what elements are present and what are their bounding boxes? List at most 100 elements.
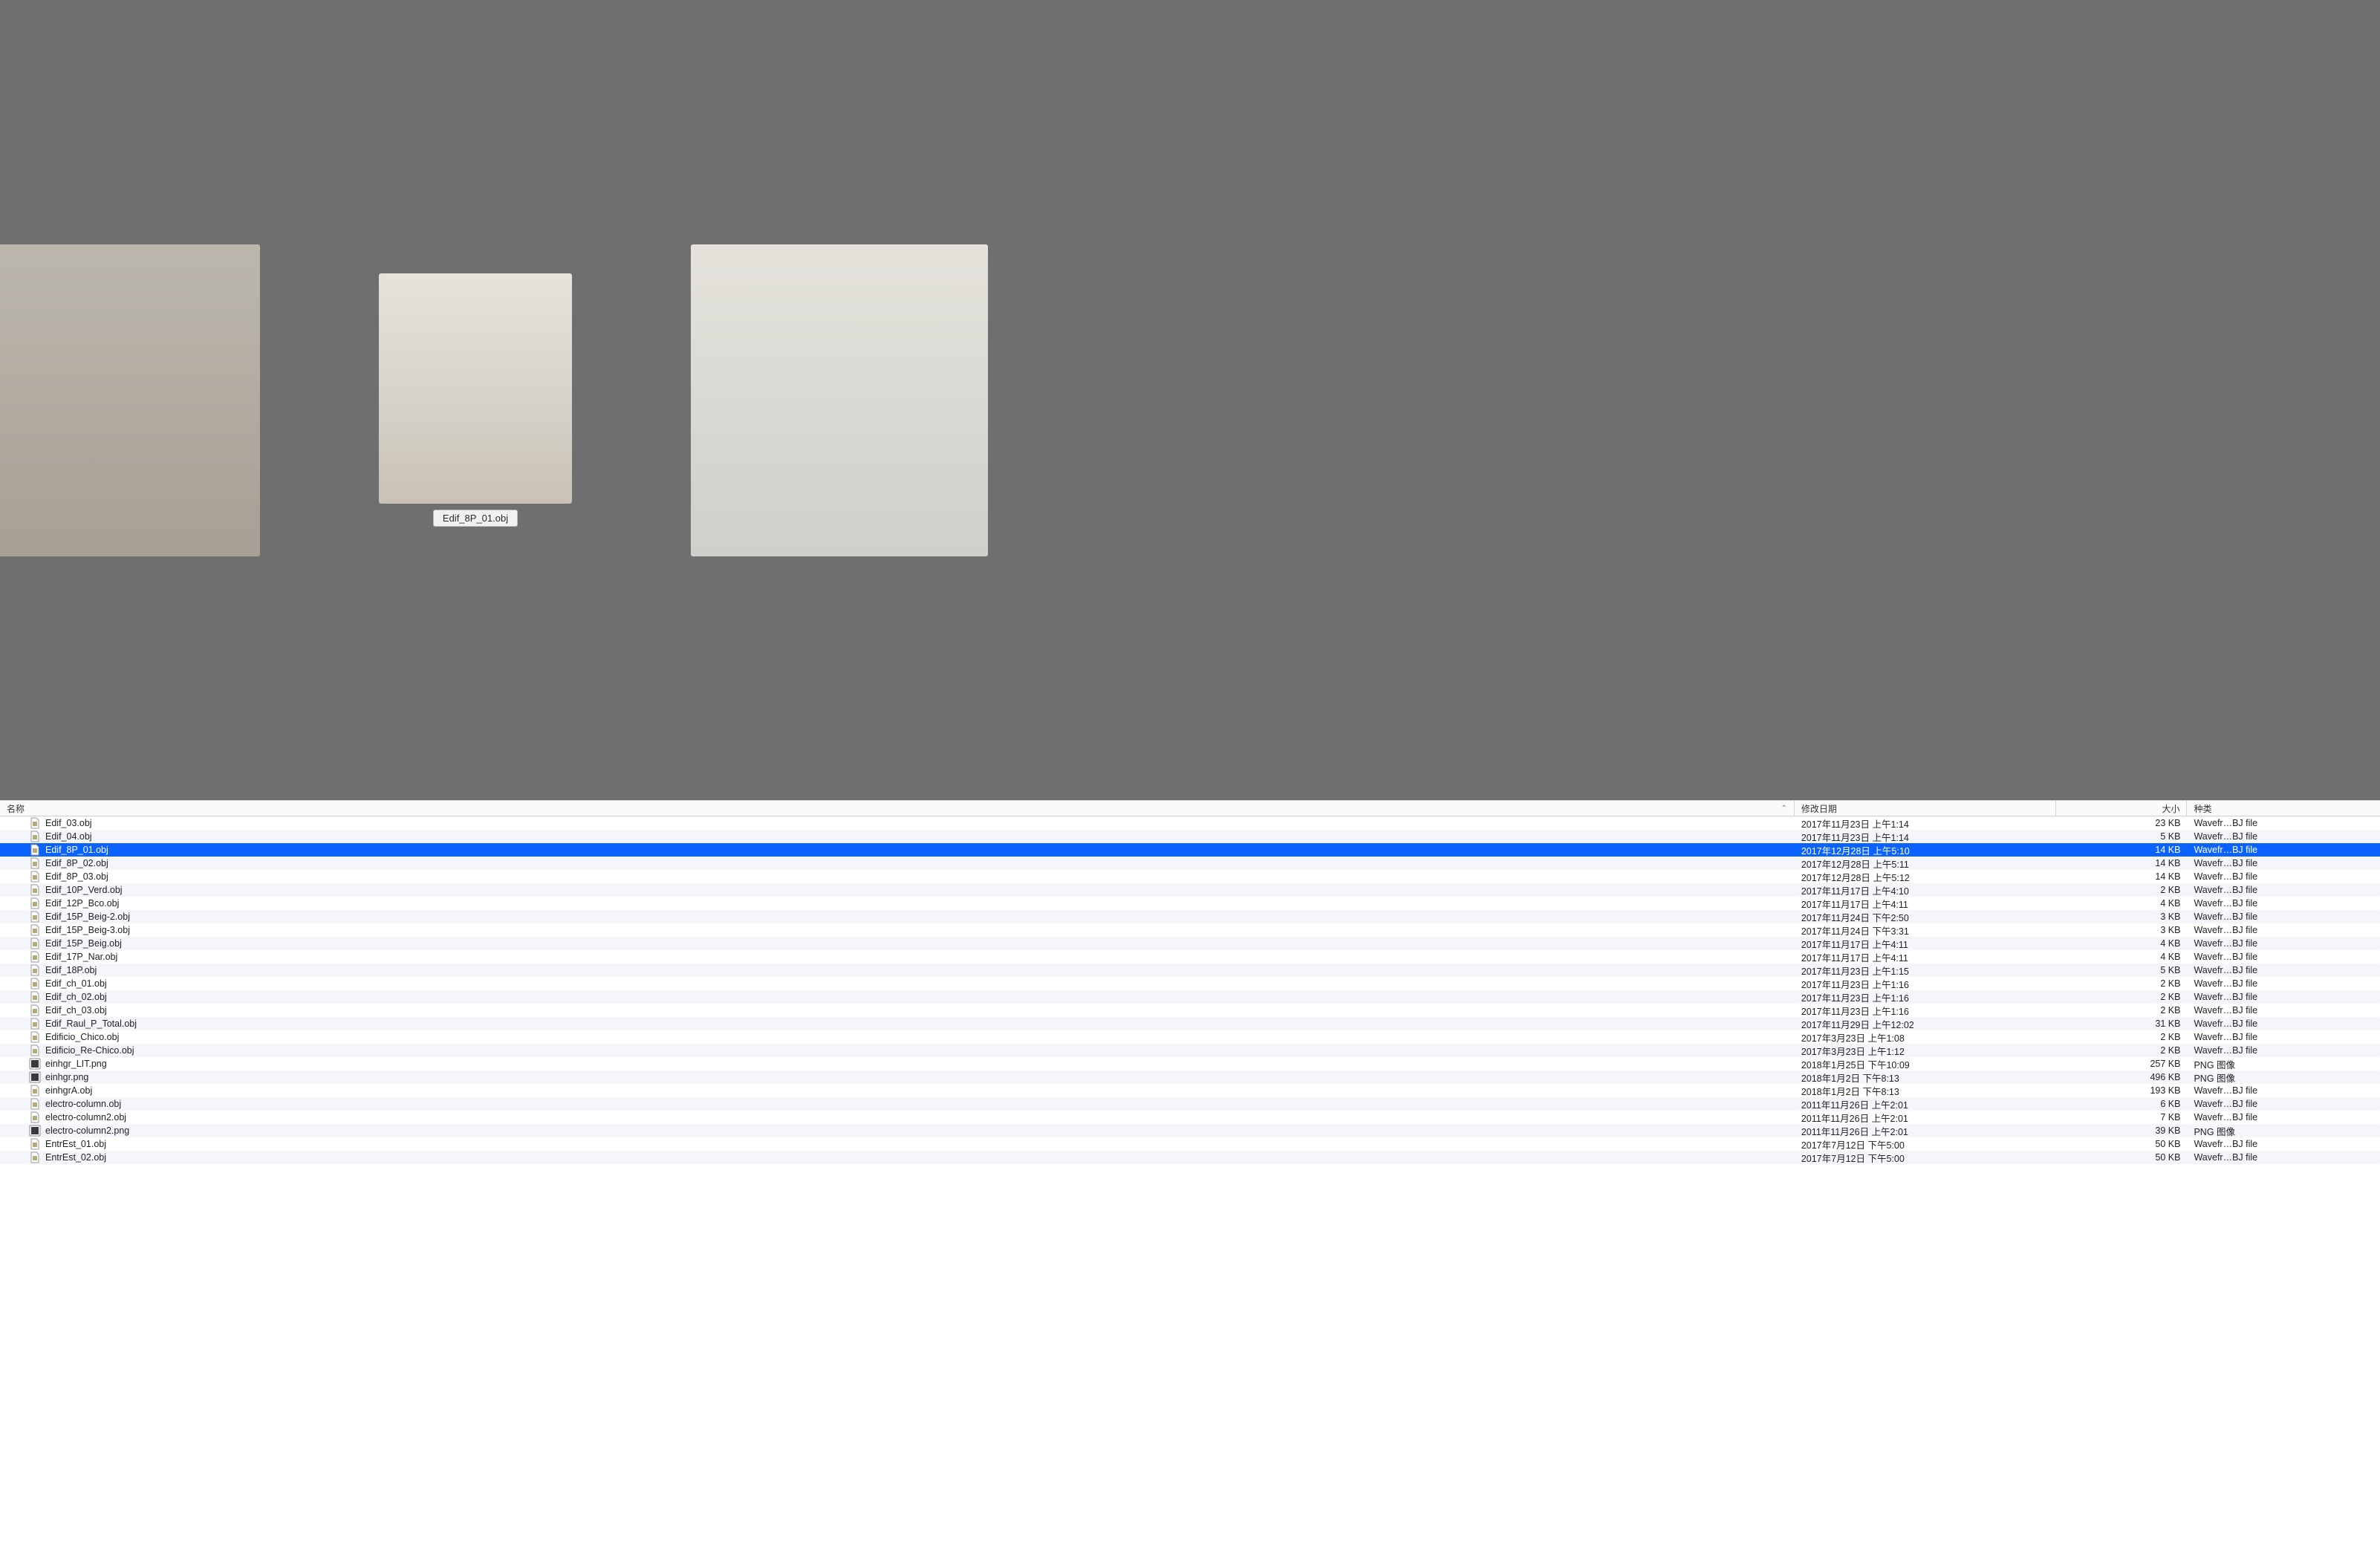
file-size-cell: 2 KB [2056, 978, 2187, 989]
file-name-cell: EntrEst_02.obj [0, 1151, 1795, 1163]
table-row[interactable]: Edif_15P_Beig-3.obj2017年11月24日 下午3:313 K… [0, 923, 2380, 937]
file-size-cell: 2 KB [2056, 885, 2187, 895]
png-file-icon [29, 1125, 41, 1137]
file-name-cell: Edif_8P_02.obj [0, 857, 1795, 869]
coverflow-next-item[interactable] [691, 244, 988, 556]
column-header-size[interactable]: 大小 [2056, 801, 2187, 816]
table-row[interactable]: Edif_ch_02.obj2017年11月23日 上午1:162 KBWave… [0, 990, 2380, 1004]
obj-file-icon [29, 897, 41, 909]
file-size-cell: 2 KB [2056, 1045, 2187, 1056]
obj-file-icon [29, 964, 41, 976]
table-row[interactable]: einhgr.png2018年1月2日 下午8:13496 KBPNG 图像 [0, 1070, 2380, 1084]
table-row[interactable]: einhgrA.obj2018年1月2日 下午8:13193 KBWavefr…… [0, 1084, 2380, 1097]
table-row[interactable]: Edif_04.obj2017年11月23日 上午1:145 KBWavefr…… [0, 830, 2380, 843]
file-name-label: Edif_10P_Verd.obj [45, 885, 123, 895]
file-name-label: Edif_ch_01.obj [45, 978, 107, 989]
table-row[interactable]: EntrEst_01.obj2017年7月12日 下午5:0050 KBWave… [0, 1137, 2380, 1151]
file-kind-cell: Wavefr…BJ file [2187, 1099, 2380, 1109]
coverflow-prev-item[interactable] [0, 244, 260, 556]
file-rows-container[interactable]: Edif_03.obj2017年11月23日 上午1:1423 KBWavefr… [0, 816, 2380, 1566]
file-size-cell: 50 KB [2056, 1139, 2187, 1149]
obj-file-icon [29, 938, 41, 949]
file-size-cell: 3 KB [2056, 912, 2187, 922]
file-size-cell: 23 KB [2056, 818, 2187, 828]
column-header-kind[interactable]: 种类 [2187, 801, 2380, 816]
file-kind-cell: Wavefr…BJ file [2187, 1085, 2380, 1096]
file-kind-cell: Wavefr…BJ file [2187, 1032, 2380, 1042]
file-date-cell: 2018年1月25日 下午10:09 [1795, 1057, 2056, 1071]
table-row[interactable]: Edificio_Re-Chico.obj2017年3月23日 上午1:122 … [0, 1044, 2380, 1057]
file-name-label: electro-column.obj [45, 1099, 121, 1109]
table-row[interactable]: Edif_Raul_P_Total.obj2017年11月29日 上午12:02… [0, 1017, 2380, 1030]
table-row[interactable]: Edificio_Chico.obj2017年3月23日 上午1:082 KBW… [0, 1030, 2380, 1044]
table-row[interactable]: Edif_8P_02.obj2017年12月28日 上午5:1114 KBWav… [0, 857, 2380, 870]
file-name-label: electro-column2.obj [45, 1112, 126, 1122]
file-name-cell: Edif_Raul_P_Total.obj [0, 1018, 1795, 1030]
file-name-label: einhgr.png [45, 1072, 88, 1082]
table-row[interactable]: Edif_ch_03.obj2017年11月23日 上午1:162 KBWave… [0, 1004, 2380, 1017]
file-date-cell: 2017年3月23日 上午1:08 [1795, 1030, 2056, 1044]
table-row[interactable]: Edif_8P_01.obj2017年12月28日 上午5:1014 KBWav… [0, 843, 2380, 857]
file-name-label: Edif_8P_03.obj [45, 871, 108, 882]
obj-file-icon [29, 1098, 41, 1110]
file-name-cell: electro-column2.obj [0, 1111, 1795, 1123]
table-row[interactable]: Edif_12P_Bco.obj2017年11月17日 上午4:114 KBWa… [0, 897, 2380, 910]
file-kind-cell: PNG 图像 [2187, 1124, 2380, 1138]
obj-file-icon [29, 924, 41, 936]
file-size-cell: 5 KB [2056, 965, 2187, 975]
obj-file-icon [29, 1018, 41, 1030]
file-name-label: Edif_18P.obj [45, 965, 97, 975]
file-date-cell: 2017年12月28日 上午5:10 [1795, 843, 2056, 857]
file-date-cell: 2017年11月23日 上午1:16 [1795, 990, 2056, 1004]
table-row[interactable]: electro-column2.png2011年11月26日 上午2:0139 … [0, 1124, 2380, 1137]
file-date-cell: 2017年11月17日 上午4:10 [1795, 883, 2056, 897]
obj-file-icon [29, 951, 41, 963]
table-row[interactable]: einhgr_LIT.png2018年1月25日 下午10:09257 KBPN… [0, 1057, 2380, 1070]
file-size-cell: 2 KB [2056, 992, 2187, 1002]
file-kind-cell: PNG 图像 [2187, 1057, 2380, 1071]
file-kind-cell: Wavefr…BJ file [2187, 871, 2380, 882]
obj-file-icon [29, 1138, 41, 1150]
table-row[interactable]: Edif_03.obj2017年11月23日 上午1:1423 KBWavefr… [0, 816, 2380, 830]
file-date-cell: 2017年11月24日 下午3:31 [1795, 923, 2056, 938]
file-name-label: Edif_04.obj [45, 831, 92, 842]
file-size-cell: 2 KB [2056, 1032, 2187, 1042]
column-header-date[interactable]: 修改日期 [1795, 801, 2056, 816]
file-date-cell: 2018年1月2日 下午8:13 [1795, 1070, 2056, 1085]
file-name-label: Edif_17P_Nar.obj [45, 952, 117, 962]
table-row[interactable]: Edif_17P_Nar.obj2017年11月17日 上午4:114 KBWa… [0, 950, 2380, 964]
file-size-cell: 50 KB [2056, 1152, 2187, 1163]
file-date-cell: 2017年7月12日 下午5:00 [1795, 1151, 2056, 1165]
file-name-cell: Edif_ch_02.obj [0, 991, 1795, 1003]
file-size-cell: 14 KB [2056, 858, 2187, 868]
sort-ascending-icon: ⌃ [1781, 805, 1786, 813]
table-row[interactable]: Edif_15P_Beig.obj2017年11月17日 上午4:114 KBW… [0, 937, 2380, 950]
table-row[interactable]: electro-column2.obj2011年11月26日 上午2:017 K… [0, 1111, 2380, 1124]
table-row[interactable]: Edif_8P_03.obj2017年12月28日 上午5:1214 KBWav… [0, 870, 2380, 883]
table-row[interactable]: Edif_15P_Beig-2.obj2017年11月24日 下午2:503 K… [0, 910, 2380, 923]
table-row[interactable]: electro-column.obj2011年11月26日 上午2:016 KB… [0, 1097, 2380, 1111]
table-row[interactable]: Edif_10P_Verd.obj2017年11月17日 上午4:102 KBW… [0, 883, 2380, 897]
column-header-name[interactable]: 名称 ⌃ [0, 801, 1795, 816]
obj-file-icon [29, 1085, 41, 1096]
file-name-cell: Edif_15P_Beig.obj [0, 938, 1795, 949]
table-row[interactable]: Edif_18P.obj2017年11月23日 上午1:155 KBWavefr… [0, 964, 2380, 977]
obj-file-icon [29, 978, 41, 990]
file-name-label: Edif_03.obj [45, 818, 92, 828]
table-row[interactable]: Edif_ch_01.obj2017年11月23日 上午1:162 KBWave… [0, 977, 2380, 990]
file-kind-cell: Wavefr…BJ file [2187, 912, 2380, 922]
obj-file-icon [29, 817, 41, 829]
table-row[interactable]: EntrEst_02.obj2017年7月12日 下午5:0050 KBWave… [0, 1151, 2380, 1164]
column-headers: 名称 ⌃ 修改日期 大小 种类 [0, 800, 2380, 816]
coverflow-current-item[interactable]: Edif_8P_01.obj [379, 273, 572, 527]
file-name-label: Edif_ch_02.obj [45, 992, 107, 1002]
file-size-cell: 14 KB [2056, 845, 2187, 855]
obj-file-icon [29, 1111, 41, 1123]
file-name-cell: Edif_04.obj [0, 831, 1795, 842]
coverflow-preview[interactable]: Edif_8P_01.obj [0, 0, 2380, 800]
file-date-cell: 2017年3月23日 上午1:12 [1795, 1044, 2056, 1058]
file-name-label: Edif_12P_Bco.obj [45, 898, 119, 909]
file-name-cell: Edif_ch_01.obj [0, 978, 1795, 990]
obj-file-icon [29, 1151, 41, 1163]
file-name-cell: electro-column.obj [0, 1098, 1795, 1110]
